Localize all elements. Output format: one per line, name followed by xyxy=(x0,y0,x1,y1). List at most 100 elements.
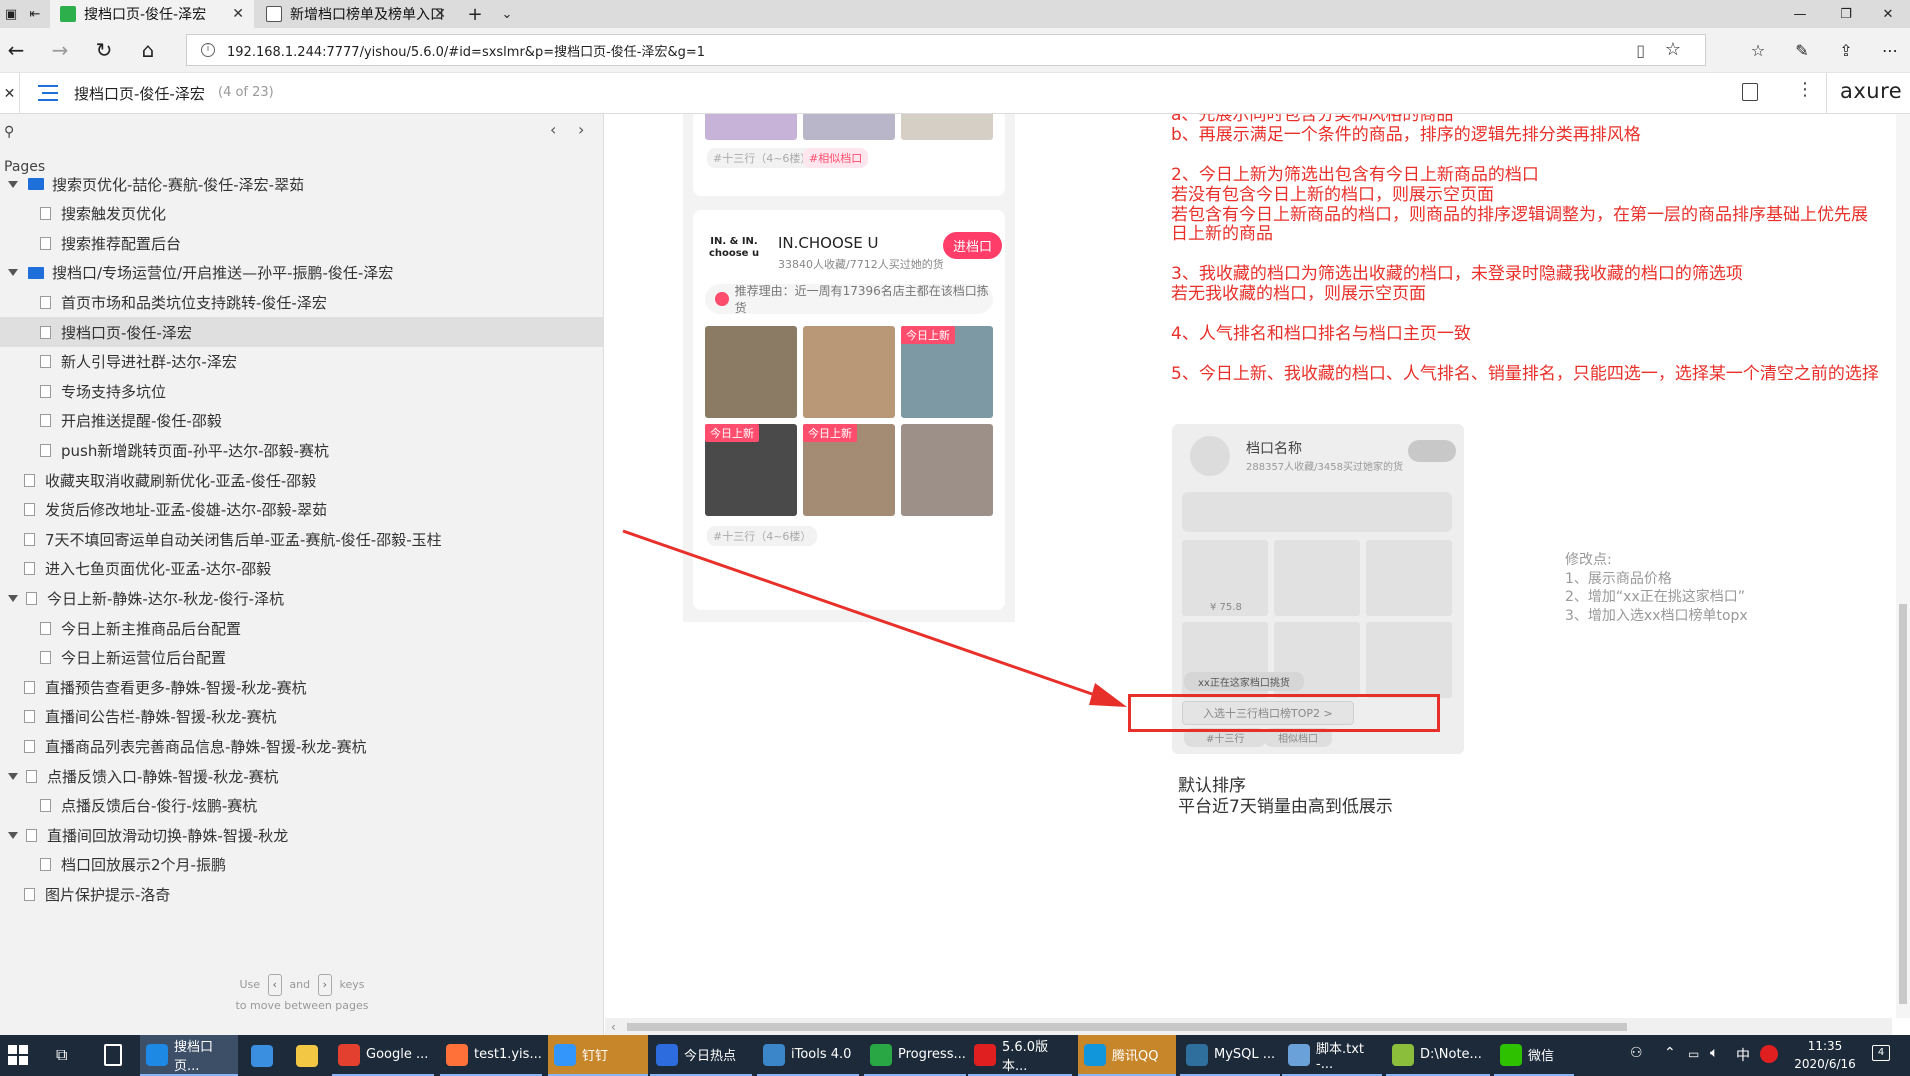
sidebar-page-item[interactable]: 进入七鱼页面优化-亚孟-达尔-邵毅 xyxy=(0,554,603,584)
tab-search-shop[interactable]: 搜档口页-俊任-泽宏 ✕ xyxy=(50,0,254,28)
sidebar-page-item[interactable]: 搜档口/专场运营位/开启推送—孙平-振鹏-俊任-泽宏 xyxy=(0,258,603,288)
taskbar-app[interactable]: 5.6.0版本... xyxy=(968,1035,1072,1076)
sidebar-page-item[interactable]: 点播反馈入口-静姝-智援-秋龙-赛杭 xyxy=(0,761,603,791)
expand-caret-icon[interactable] xyxy=(8,831,18,839)
sidebar-page-item[interactable]: 直播预告查看更多-静姝-智援-秋龙-赛杭 xyxy=(0,672,603,702)
vertical-scrollbar[interactable] xyxy=(1896,114,1910,1018)
sidebar-page-item[interactable]: 搜索触发页优化 xyxy=(0,199,603,229)
taskbar-app-label: iTools 4.0 xyxy=(791,1047,852,1062)
horizontal-scrollbar[interactable]: ‹ xyxy=(605,1018,1892,1035)
sidebar-page-item[interactable]: 首页市场和品类坑位支持跳转-俊任-泽宏 xyxy=(0,287,603,317)
sidebar-item-label: 今日上新主推商品后台配置 xyxy=(61,619,242,638)
new-tab-icon[interactable]: + xyxy=(462,0,488,28)
more-icon[interactable]: ⋯ xyxy=(1876,36,1904,64)
pages-sidebar: ⚲ ‹ › Pages 搜索页优化-喆伦-赛航-俊任-泽宏-翠茹 搜索触发页优化搜… xyxy=(0,114,604,1035)
expand-caret-icon[interactable] xyxy=(8,772,18,780)
search-icon[interactable]: ⚲ xyxy=(4,124,14,140)
prototype-canvas: #十三行（4~6楼） #相似档口 IN. & IN. choose u IN.CH… xyxy=(605,114,1910,1035)
sidebar-page-item[interactable]: 今日上新运营位后台配置 xyxy=(0,643,603,673)
taskbar-app[interactable] xyxy=(245,1035,283,1076)
expand-caret-icon[interactable] xyxy=(8,269,18,277)
antivirus-icon[interactable] xyxy=(1760,1045,1778,1063)
expand-caret-icon[interactable] xyxy=(8,180,18,188)
favorites-icon[interactable]: ☆ xyxy=(1744,36,1772,64)
sidebar-item-label: 搜档口/专场运营位/开启推送—孙平-振鹏-俊任-泽宏 xyxy=(52,264,394,283)
close-tab-icon[interactable]: ✕ xyxy=(232,6,244,22)
expand-caret-icon[interactable] xyxy=(8,594,18,602)
close-window-icon[interactable]: ✕ xyxy=(1868,0,1908,28)
sidebar-page-item[interactable]: 今日上新主推商品后台配置 xyxy=(0,613,603,643)
taskbar-app[interactable]: 腾讯QQ xyxy=(1078,1035,1176,1076)
calculator-icon[interactable] xyxy=(104,1044,122,1066)
clock[interactable]: 11:35 2020/6/16 xyxy=(1790,1037,1860,1073)
start-windows-icon[interactable] xyxy=(8,1045,28,1065)
taskbar-app[interactable]: 搜档口页... xyxy=(140,1035,238,1076)
people-icon[interactable]: ⚇ xyxy=(1630,1045,1643,1061)
taskbar-app[interactable]: 今日热点 xyxy=(650,1035,752,1076)
home-icon[interactable]: ⌂ xyxy=(134,36,162,64)
page-icon xyxy=(40,355,51,369)
url-field[interactable]: i 192.168.1.244:7777/yishou/5.6.0/#id=sx… xyxy=(186,34,1706,66)
sidebar-page-item[interactable]: 今日上新-静姝-达尔-秋龙-俊行-泽杭 xyxy=(0,583,603,613)
taskbar-app[interactable]: D:\Note... xyxy=(1386,1035,1490,1076)
sidebar-page-item[interactable]: 图片保护提示-洛奇 xyxy=(0,879,603,909)
taskbar-app[interactable]: 微信 xyxy=(1494,1035,1574,1076)
back-icon[interactable]: ← xyxy=(2,36,30,64)
notes-icon[interactable] xyxy=(1742,83,1758,101)
taskbar-app[interactable]: test1.yis... xyxy=(440,1035,542,1076)
sidebar-page-item[interactable]: 7天不填回寄运单自动关闭售后单-亚孟-赛航-俊任-邵毅-玉柱 xyxy=(0,524,603,554)
sidebar-page-item[interactable]: 新人引导进社群-达尔-泽宏 xyxy=(0,347,603,377)
previous-page-icon[interactable]: ‹ xyxy=(550,120,556,139)
vertical-scroll-thumb[interactable] xyxy=(1899,604,1907,1004)
task-view-icon[interactable]: ⧉ xyxy=(56,1045,67,1065)
volume-icon[interactable]: 🔈︎ xyxy=(1710,1045,1718,1061)
tab-aside-icon[interactable]: ⇤ xyxy=(24,0,46,28)
site-info-icon[interactable]: i xyxy=(201,43,215,57)
sidebar-item-label: 档口回放展示2个月-振鹏 xyxy=(61,856,226,875)
tab-list-chevron-icon[interactable]: ⌄ xyxy=(494,0,520,28)
minimize-icon[interactable]: — xyxy=(1780,0,1820,28)
taskbar-app[interactable]: Progress... xyxy=(864,1035,966,1076)
pen-icon[interactable]: ✎ xyxy=(1788,36,1816,64)
pages-menu-icon[interactable] xyxy=(38,85,58,101)
pages-search-input[interactable] xyxy=(22,120,532,144)
more-options-icon[interactable]: ⋮ xyxy=(1796,79,1814,100)
sidebar-page-item[interactable]: 点播反馈后台-俊行-炫鹏-赛杭 xyxy=(0,791,603,821)
sidebar-page-item[interactable]: 专场支持多坑位 xyxy=(0,376,603,406)
taskbar-app[interactable]: MySQL ... xyxy=(1180,1035,1280,1076)
sidebar-page-item[interactable]: push新增跳转页面-孙平-达尔-邵毅-赛杭 xyxy=(0,435,603,465)
sidebar-page-item[interactable]: 直播间公告栏-静姝-智援-秋龙-赛杭 xyxy=(0,702,603,732)
sidebar-page-item[interactable]: 搜索页优化-喆伦-赛航-俊任-泽宏-翠茹 xyxy=(0,169,603,199)
sidebar-page-item[interactable]: 直播间回放滑动切换-静姝-智援-秋龙 xyxy=(0,820,603,850)
window-menu-icon[interactable]: ▣ xyxy=(0,0,22,28)
notifications-icon[interactable]: 4 xyxy=(1872,1045,1890,1061)
sidebar-page-item[interactable]: 档口回放展示2个月-振鹏 xyxy=(0,850,603,880)
forward-icon[interactable]: → xyxy=(46,36,74,64)
close-sidebar-icon[interactable]: ✕ xyxy=(0,73,20,114)
taskbar-app[interactable]: 钉钉 xyxy=(548,1035,648,1076)
sidebar-page-item[interactable]: 搜索推荐配置后台 xyxy=(0,228,603,258)
sidebar-page-item[interactable]: 开启推送提醒-俊任-邵毅 xyxy=(0,406,603,436)
refresh-icon[interactable]: ↻ xyxy=(90,36,118,64)
address-bar-row: ← → ↻ ⌂ i 192.168.1.244:7777/yishou/5.6.… xyxy=(0,28,1910,72)
tab-new-ranking[interactable]: 新增档口榜单及榜单入口 ✕ xyxy=(256,0,456,28)
sidebar-page-item[interactable]: 发货后修改地址-亚孟-俊雄-达尔-邵毅-翠茹 xyxy=(0,495,603,525)
horizontal-scroll-thumb[interactable] xyxy=(627,1023,1627,1031)
reading-view-icon[interactable]: ▯ xyxy=(1636,41,1645,60)
tray-expand-icon[interactable]: ⌃ xyxy=(1664,1045,1676,1061)
sidebar-page-item[interactable]: 直播商品列表完善商品信息-静姝-智援-秋龙-赛杭 xyxy=(0,731,603,761)
restore-icon[interactable]: ❐ xyxy=(1826,0,1866,28)
scroll-left-icon[interactable]: ‹ xyxy=(611,1020,616,1034)
taskbar-app[interactable]: iTools 4.0 xyxy=(757,1035,859,1076)
taskbar-app[interactable]: Google ... xyxy=(332,1035,434,1076)
next-page-icon[interactable]: › xyxy=(578,120,584,139)
network-icon[interactable]: ▭ xyxy=(1688,1047,1699,1061)
ime-indicator[interactable]: 中 xyxy=(1736,1045,1750,1065)
sidebar-page-item[interactable]: 收藏夹取消收藏刷新优化-亚孟-俊任-邵毅 xyxy=(0,465,603,495)
close-tab-icon[interactable]: ✕ xyxy=(434,6,446,22)
taskbar-app[interactable]: 脚本.txt -... xyxy=(1282,1035,1382,1076)
sidebar-page-item[interactable]: 搜档口页-俊任-泽宏 xyxy=(0,317,603,347)
share-icon[interactable]: ⇪ xyxy=(1832,36,1860,64)
taskbar-app[interactable] xyxy=(290,1035,328,1076)
favorite-star-icon[interactable]: ☆ xyxy=(1665,39,1681,60)
